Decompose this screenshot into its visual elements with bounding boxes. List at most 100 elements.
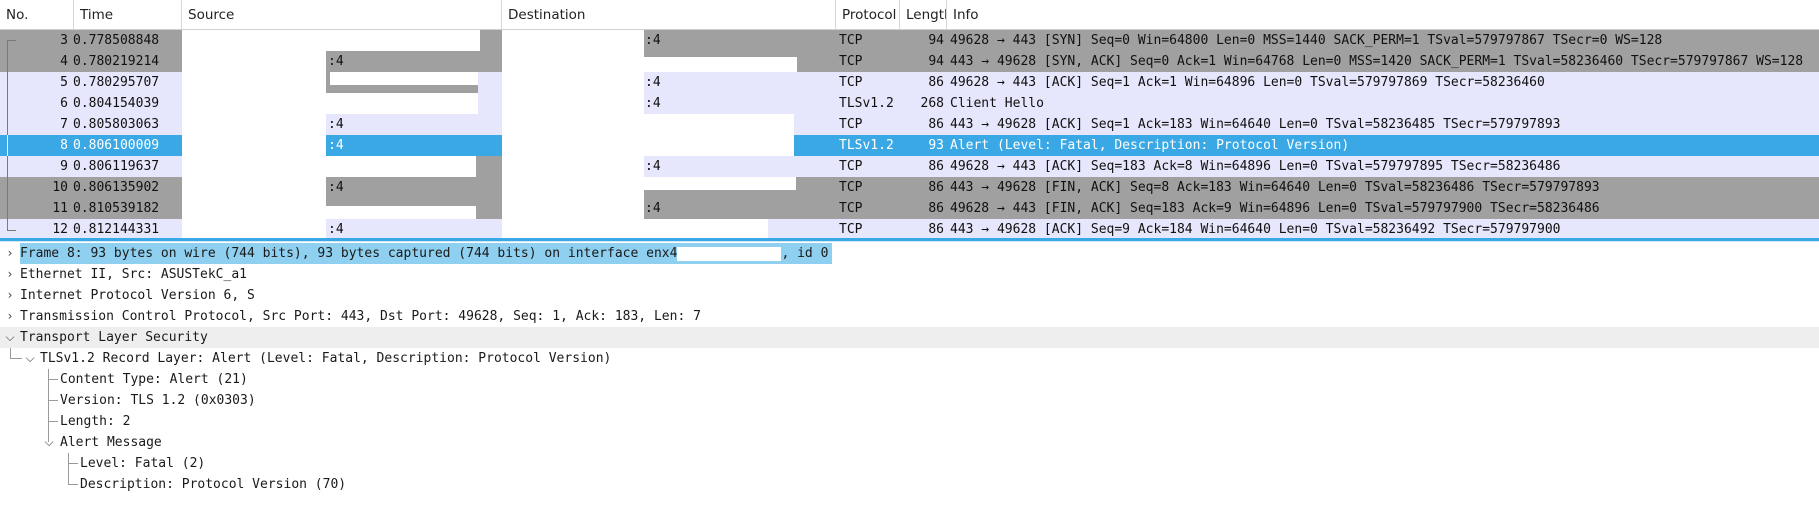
column-header-info[interactable]: Info <box>947 0 1819 29</box>
redacted-destination <box>502 219 644 240</box>
column-header-length[interactable]: Lengtl <box>900 0 947 29</box>
detail-row-length[interactable]: Length: 2 <box>0 411 1819 432</box>
detail-row-tls[interactable]: ⌵ Transport Layer Security <box>0 327 1819 348</box>
packet-info: 49628 → 443 [ACK] Seq=183 Ack=8 Win=6489… <box>950 159 1561 174</box>
detail-text: TLSv1.2 Record Layer: Alert (Level: Fata… <box>40 351 612 366</box>
source-port: :4 <box>328 138 344 153</box>
packet-row[interactable]: 5 0.780295707 :4 TCP 86 49628 → 443 [ACK… <box>0 72 1819 93</box>
detail-text: Transport Layer Security <box>20 330 208 345</box>
detail-row-frame[interactable]: › Frame 8: 93 bytes on wire (744 bits), … <box>0 243 1819 264</box>
column-header-time[interactable]: Time <box>74 0 182 29</box>
packet-row[interactable]: 7 0.805803063 :4 TCP 86 443 → 49628 [ACK… <box>0 114 1819 135</box>
tree-guide <box>68 474 69 484</box>
packet-length: 86 <box>928 159 944 174</box>
packet-time: 0.812144331 <box>73 222 160 237</box>
source-port <box>328 156 358 177</box>
frame-suffix: , id 0 <box>781 246 829 261</box>
detail-text: Ethernet II, Src: ASUSTekC_a1 <box>20 267 247 282</box>
packet-row[interactable]: 4 0.780219214 :4 TCP 94 443 → 49628 [SYN… <box>0 51 1819 72</box>
packet-row[interactable]: 12 0.812144331 :4 TCP 86 443 → 49628 [AC… <box>0 219 1819 240</box>
packet-length: 86 <box>928 75 944 90</box>
destination-port <box>645 177 675 198</box>
tree-guide <box>68 463 78 464</box>
chevron-down-icon[interactable]: ⌵ <box>3 327 17 348</box>
tree-guide <box>48 400 58 401</box>
packet-time: 0.804154039 <box>73 96 160 111</box>
packet-time: 0.780219214 <box>73 54 160 69</box>
packet-info: 49628 → 443 [ACK] Seq=1 Ack=1 Win=64896 … <box>950 75 1545 90</box>
packet-row[interactable]: 9 0.806119637 :4 TCP 86 49628 → 443 [ACK… <box>0 156 1819 177</box>
detail-row-alert-level[interactable]: Level: Fatal (2) <box>0 453 1819 474</box>
destination-port: :4 <box>645 201 661 216</box>
packet-info: Alert (Level: Fatal, Description: Protoc… <box>950 138 1350 153</box>
source-port: :4 <box>328 222 344 237</box>
packet-number: 3 <box>60 33 68 48</box>
redacted-destination <box>502 156 644 177</box>
column-header-protocol[interactable]: Protocol <box>836 0 900 29</box>
packet-row[interactable]: 3 0.778508848 :4 TCP 94 49628 → 443 [SYN… <box>0 30 1819 52</box>
chevron-down-icon[interactable]: ⌵ <box>23 348 37 369</box>
redacted-source <box>182 51 326 72</box>
detail-text: Length: 2 <box>60 414 131 429</box>
packet-protocol: TCP <box>839 75 863 90</box>
packet-time: 0.778508848 <box>73 33 160 48</box>
detail-row-tcp[interactable]: › Transmission Control Protocol, Src Por… <box>0 306 1819 327</box>
tree-guide <box>48 379 58 380</box>
packet-number: 12 <box>52 222 68 237</box>
packet-length: 86 <box>928 180 944 195</box>
redacted-destination <box>502 51 644 72</box>
packet-details-tree: › Frame 8: 93 bytes on wire (744 bits), … <box>0 243 1819 495</box>
packet-list: 3 0.778508848 :4 TCP 94 49628 → 443 [SYN… <box>0 30 1819 240</box>
chevron-down-icon[interactable]: ⌵ <box>42 432 56 453</box>
redacted-destination <box>502 135 644 156</box>
redacted-source <box>182 72 326 93</box>
column-header-source[interactable]: Source <box>182 0 502 29</box>
packet-row-selected[interactable]: 8 0.806100009 :4 TLSv1.2 93 Alert (Level… <box>0 135 1819 156</box>
detail-row-tls-record[interactable]: ⌵ TLSv1.2 Record Layer: Alert (Level: Fa… <box>0 348 1819 369</box>
redacted-interface <box>677 246 782 261</box>
packet-number: 9 <box>60 159 68 174</box>
packet-row[interactable]: 10 0.806135902 :4 TCP 86 443 → 49628 [FI… <box>0 177 1819 198</box>
packet-length: 94 <box>928 33 944 48</box>
detail-row-alert-message[interactable]: ⌵ Alert Message <box>0 432 1819 453</box>
packet-row[interactable]: 11 0.810539182 :4 TCP 86 49628 → 443 [FI… <box>0 198 1819 219</box>
column-header-no[interactable]: No. <box>0 0 74 29</box>
destination-port: :4 <box>645 33 661 48</box>
chevron-right-icon[interactable]: › <box>3 243 17 264</box>
chevron-right-icon[interactable]: › <box>3 285 17 306</box>
packet-row[interactable]: 6 0.804154039 :4 TLSv1.2 268 Client Hell… <box>0 93 1819 114</box>
source-port: :4 <box>328 54 344 69</box>
destination-port <box>645 135 675 156</box>
redacted-destination <box>502 198 644 219</box>
chevron-right-icon[interactable]: › <box>3 306 17 327</box>
packet-protocol: TCP <box>839 33 863 48</box>
packet-protocol: TLSv1.2 <box>839 138 894 153</box>
redacted-source <box>182 198 326 219</box>
packet-info: 443 → 49628 [ACK] Seq=9 Ack=184 Win=6464… <box>950 222 1561 237</box>
detail-row-ethernet[interactable]: › Ethernet II, Src: ASUSTekC_a1 <box>0 264 1819 285</box>
packet-number: 7 <box>60 117 68 132</box>
destination-port <box>645 114 675 135</box>
pane-splitter[interactable] <box>0 238 1819 242</box>
packet-length: 268 <box>920 96 944 111</box>
detail-row-ipv6[interactable]: › Internet Protocol Version 6, S <box>0 285 1819 306</box>
packet-time: 0.810539182 <box>73 201 160 216</box>
packet-info: 443 → 49628 [SYN, ACK] Seq=0 Ack=1 Win=6… <box>950 54 1804 69</box>
column-header-destination[interactable]: Destination <box>502 0 836 29</box>
chevron-right-icon[interactable]: › <box>3 264 17 285</box>
tree-guide <box>48 421 58 422</box>
packet-time: 0.805803063 <box>73 117 160 132</box>
packet-info: 49628 → 443 [FIN, ACK] Seq=183 Ack=9 Win… <box>950 201 1600 216</box>
detail-row-version[interactable]: Version: TLS 1.2 (0x0303) <box>0 390 1819 411</box>
destination-port <box>645 51 675 72</box>
detail-text: Level: Fatal (2) <box>80 456 206 471</box>
detail-row-content-type[interactable]: Content Type: Alert (21) <box>0 369 1819 390</box>
packet-time: 0.806135902 <box>73 180 160 195</box>
destination-port: :4 <box>645 75 661 90</box>
source-port <box>328 93 358 114</box>
detail-row-alert-description[interactable]: Description: Protocol Version (70) <box>0 474 1819 495</box>
packet-number: 11 <box>52 201 68 216</box>
packet-number: 5 <box>60 75 68 90</box>
detail-text: Description: Protocol Version (70) <box>80 477 347 492</box>
tree-guide <box>10 348 11 358</box>
